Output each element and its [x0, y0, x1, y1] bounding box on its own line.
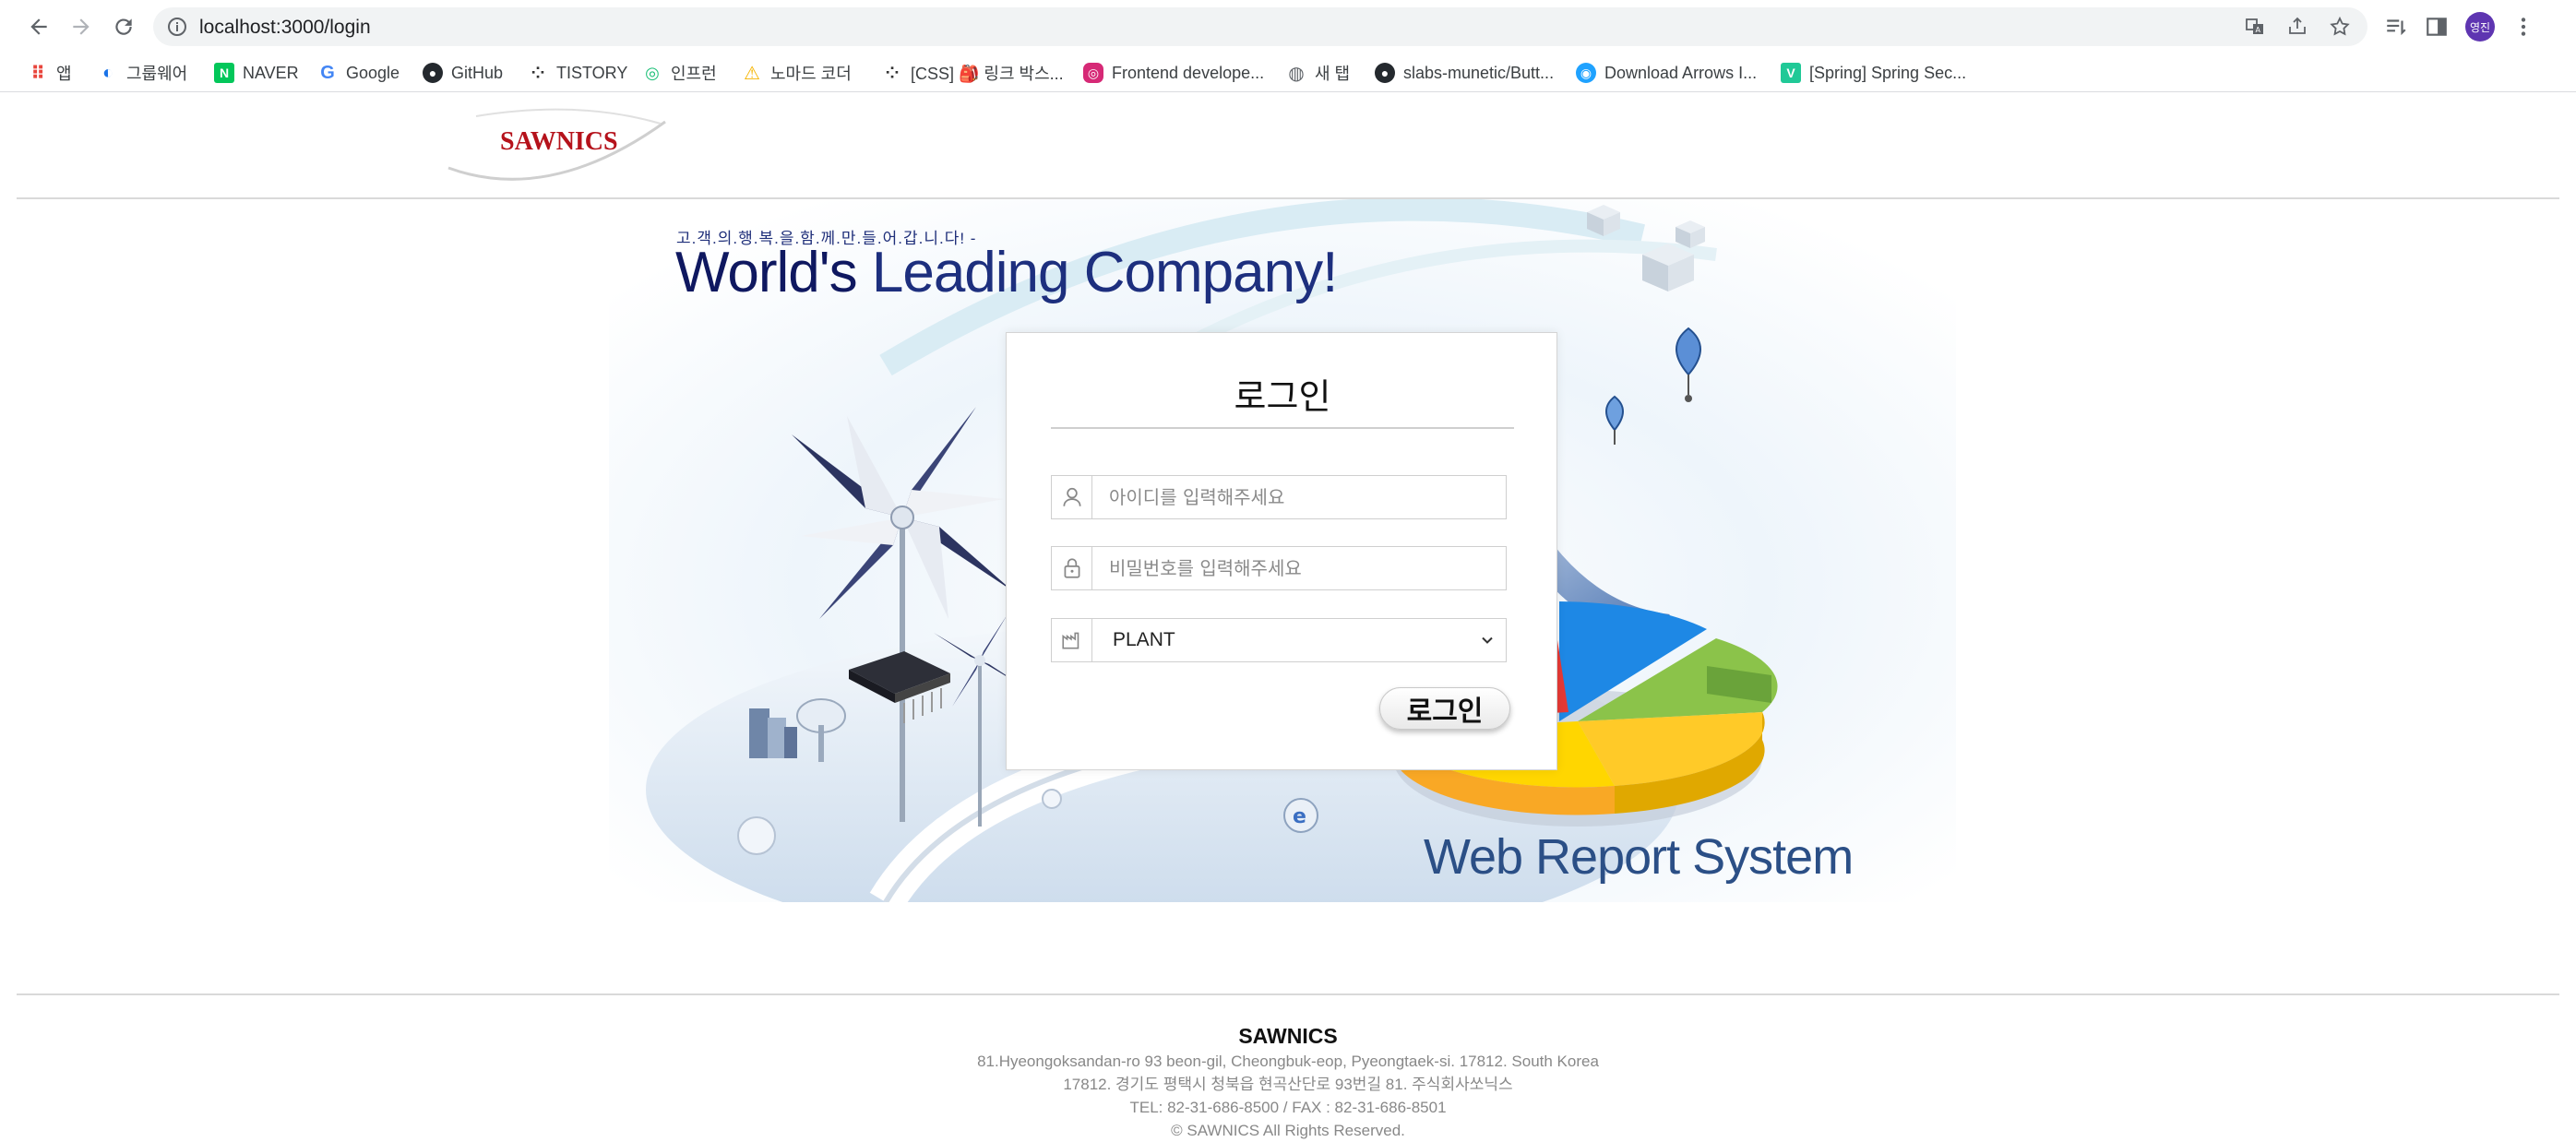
naver-icon: N: [214, 63, 234, 83]
bookmark-label: NAVER: [243, 63, 299, 82]
bookmark-label: 노마드 코더: [770, 65, 852, 83]
bookmark-slabs-munetic[interactable]: ● slabs-munetic/Butt...: [1375, 61, 1554, 85]
forward-button[interactable]: [65, 10, 98, 43]
globe-icon: ◍: [1288, 63, 1305, 84]
bookmark-spring-security[interactable]: V [Spring] Spring Sec...: [1781, 61, 1966, 85]
side-panel-button[interactable]: [2423, 13, 2451, 41]
browser-toolbar: localhost:3000/login A 영진: [0, 0, 2576, 54]
footer-address-en: 81.Hyeongoksandan-ro 93 beon-gil, Cheong…: [977, 1053, 1599, 1070]
github-icon: ●: [1375, 63, 1395, 83]
user-icon: [1052, 476, 1092, 518]
translate-button[interactable]: A: [2238, 15, 2272, 39]
plant-select[interactable]: PLANT: [1051, 618, 1507, 662]
bookmark-tistory[interactable]: ⁘ TISTORY: [528, 61, 627, 85]
bookmark-label: GitHub: [451, 63, 504, 82]
instagram-icon: ◎: [1083, 63, 1103, 83]
bookmark-inflearn[interactable]: ◎ 인프런: [642, 61, 717, 85]
address-bar[interactable]: localhost:3000/login A: [153, 7, 2367, 46]
bookmark-label: TISTORY: [556, 63, 628, 82]
password-input[interactable]: [1092, 547, 1506, 589]
bookmark-label: 앱: [56, 65, 72, 83]
reload-icon: [115, 18, 132, 35]
apps-grid-icon: ⠿: [30, 63, 45, 84]
username-field: [1051, 475, 1507, 519]
headline-part-1: World's: [675, 241, 858, 304]
reading-list-icon: [2387, 19, 2406, 36]
nomad-coders-icon: ⚠: [744, 63, 760, 84]
bookmark-label: [Spring] Spring Sec...: [1809, 63, 1967, 82]
reading-list-button[interactable]: [2382, 13, 2410, 41]
tistory-icon: ⁘: [885, 63, 900, 82]
site-info-icon[interactable]: [166, 16, 188, 38]
login-button[interactable]: 로그인: [1379, 687, 1510, 730]
bookmarks-bar: ⠿ 앱 ◐ 그룹웨어 N NAVER G Google ● GitHub ⁘ TISTORY…: [0, 54, 2576, 92]
kebab-menu-icon: [2521, 18, 2526, 36]
login-form: 로그인 PLANT 로그인: [1006, 332, 1557, 770]
groupware-icon: ◐: [101, 62, 114, 83]
profile-avatar[interactable]: 영진: [2465, 12, 2495, 42]
sphere-icon: [737, 816, 776, 855]
bookmark-new-tab[interactable]: ◍ 새 탭: [1286, 61, 1350, 85]
svg-text:e: e: [1293, 805, 1306, 828]
bookmark-star-button[interactable]: [2323, 15, 2356, 39]
back-arrow-icon: [30, 18, 47, 35]
hero-headline: World's Leading Company!: [675, 240, 1338, 305]
lock-icon: [1052, 547, 1092, 589]
bookmark-label: 새 탭: [1315, 65, 1351, 83]
bookmark-label: 인프런: [671, 65, 717, 83]
bookmark-label: Frontend develope...: [1112, 63, 1265, 82]
bookmark-label: slabs-munetic/Butt...: [1403, 63, 1555, 82]
chevron-down-icon: [1482, 636, 1493, 644]
url-text: localhost:3000/login: [199, 17, 371, 38]
reload-button[interactable]: [107, 10, 140, 43]
svg-text:A: A: [2256, 26, 2261, 34]
headline-part-2: Leading Company!: [856, 241, 1338, 304]
browser-menu-button[interactable]: [2510, 13, 2537, 41]
back-button[interactable]: [22, 10, 55, 43]
bookmark-nomad-coders[interactable]: ⚠ 노마드 코더: [742, 61, 852, 85]
footer-contact: TEL: 82-31-686-8500 / FAX : 82-31-686-85…: [1129, 1099, 1447, 1116]
password-field: [1051, 546, 1507, 590]
sphere-icon: [1042, 789, 1062, 809]
bookmark-label: Google: [346, 63, 400, 82]
sawnics-logo[interactable]: SAWNICS: [439, 103, 672, 183]
star-icon: [2330, 16, 2350, 36]
footer-address-ko: 17812. 경기도 평택시 청북읍 현곡산단로 93번길 81. 주식회사쏘닉…: [1063, 1076, 1513, 1093]
translate-icon: A: [2246, 18, 2263, 34]
login-title-divider: [1051, 427, 1514, 429]
bookmark-naver[interactable]: N NAVER: [214, 61, 299, 85]
system-name: Web Report System: [1424, 829, 1854, 885]
login-title: 로그인: [1234, 378, 1331, 417]
github-icon: ●: [423, 63, 443, 83]
bookmark-label: Download Arrows I...: [1604, 63, 1758, 82]
bookmark-frontend-developer[interactable]: ◎ Frontend develope...: [1083, 61, 1264, 85]
side-panel-icon: [2427, 18, 2447, 36]
plant-select-value: PLANT: [1113, 629, 1175, 650]
logo-text: SAWNICS: [500, 127, 618, 156]
footer-copyright: © SAWNICS All Rights Reserved.: [1171, 1122, 1405, 1139]
download-site-icon: ◉: [1576, 63, 1596, 83]
bookmark-github[interactable]: ● GitHub: [423, 61, 503, 85]
forward-arrow-icon: [73, 18, 89, 35]
username-input[interactable]: [1092, 476, 1506, 518]
tistory-icon: ⁘: [531, 63, 545, 82]
bookmark-label: [CSS] 🎒 링크 박스...: [911, 65, 1064, 83]
velog-icon: V: [1781, 63, 1801, 83]
bookmark-google[interactable]: G Google: [317, 61, 400, 85]
bookmark-groupware[interactable]: ◐ 그룹웨어: [98, 61, 187, 85]
bookmark-css-link-box[interactable]: ⁘ [CSS] 🎒 링크 박스...: [882, 61, 1064, 85]
bookmark-apps[interactable]: ⠿ 앱: [28, 61, 72, 85]
footer-company: SAWNICS: [1238, 1024, 1338, 1048]
footer: SAWNICS 81.Hyeongoksandan-ro 93 beon-gil…: [0, 1022, 2576, 1142]
bookmark-download-arrows[interactable]: ◉ Download Arrows I...: [1576, 61, 1757, 85]
inflearn-icon: ◎: [645, 63, 660, 82]
google-icon: G: [320, 62, 335, 83]
footer-divider: [17, 993, 2559, 995]
bookmark-label: 그룹웨어: [126, 65, 188, 83]
factory-icon: [1052, 619, 1092, 661]
share-button[interactable]: [2281, 15, 2314, 39]
share-icon: [2289, 17, 2306, 34]
